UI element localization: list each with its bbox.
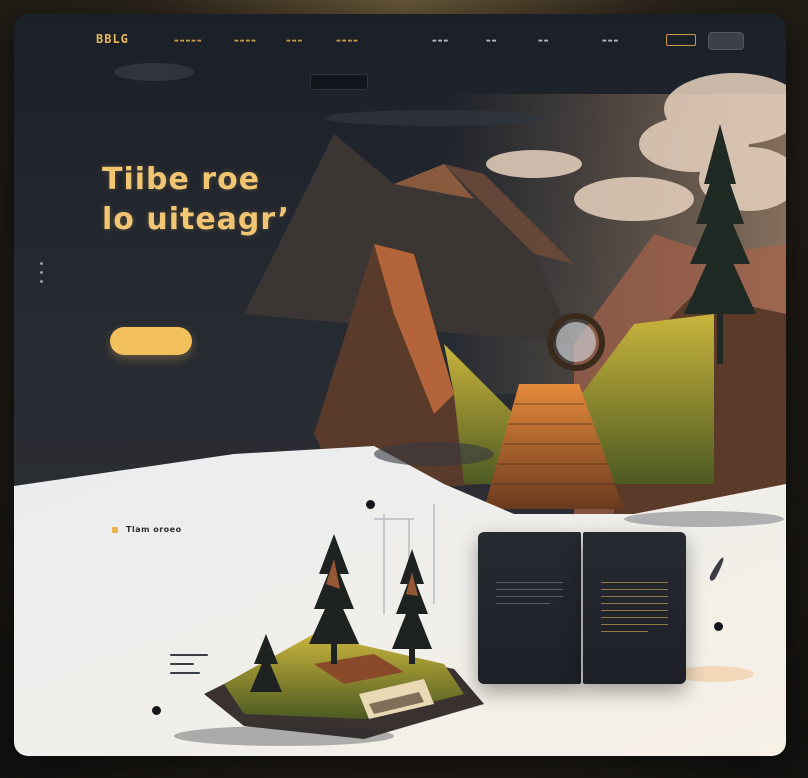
- dash-line: [170, 663, 194, 665]
- nav-link-4[interactable]: ▬▬▬▬: [336, 38, 359, 44]
- hero-headline-line-2: lo uiteagr’: [102, 202, 290, 237]
- top-badge-button[interactable]: [310, 74, 368, 90]
- book-page-left: [478, 532, 581, 684]
- dash-line: [170, 654, 208, 656]
- hero-cta-button[interactable]: [110, 327, 192, 355]
- avatar[interactable]: [708, 32, 744, 50]
- feature-marker-icon: [112, 527, 118, 533]
- nav-link-5[interactable]: ▬▬▬: [432, 38, 449, 44]
- side-pagination-dots[interactable]: [40, 262, 43, 289]
- nav-action-button[interactable]: [666, 34, 696, 46]
- feature-heading: Tlam oroeo: [126, 525, 182, 534]
- pagination-dot[interactable]: [40, 271, 43, 274]
- hero-headline-line-1: Tiibe roe: [102, 162, 261, 197]
- landing-page-frame: BBLG ▬▬▬▬▬ ▬▬▬▬ ▬▬▬ ▬▬▬▬ ▬▬▬ ▬▬ ▬▬ ▬▬▬ T…: [14, 14, 786, 756]
- book-right-text: [601, 582, 668, 638]
- hero-headline: Tiibe roe lo uiteagr’: [102, 160, 290, 240]
- nav-link-7[interactable]: ▬▬: [538, 38, 549, 44]
- book-page-right: [583, 532, 686, 684]
- decorative-dot: [152, 706, 161, 715]
- book-left-text: [496, 582, 563, 610]
- decorative-dash-lines: [170, 654, 208, 681]
- nav-link-6[interactable]: ▬▬: [486, 38, 497, 44]
- pagination-dot[interactable]: [40, 262, 43, 265]
- pagination-dot[interactable]: [40, 280, 43, 283]
- nav-link-8[interactable]: ▬▬▬: [602, 38, 619, 44]
- dash-line: [170, 672, 200, 674]
- brand-logo[interactable]: BBLG: [96, 32, 129, 46]
- open-book-card[interactable]: [478, 532, 688, 684]
- decorative-dot: [366, 500, 375, 509]
- nav-link-2[interactable]: ▬▬▬▬: [234, 38, 257, 44]
- decorative-dot: [714, 622, 723, 631]
- nav-link-1[interactable]: ▬▬▬▬▬: [174, 38, 203, 44]
- nav-link-3[interactable]: ▬▬▬: [286, 38, 303, 44]
- top-navigation: BBLG ▬▬▬▬▬ ▬▬▬▬ ▬▬▬ ▬▬▬▬ ▬▬▬ ▬▬ ▬▬ ▬▬▬: [14, 14, 786, 70]
